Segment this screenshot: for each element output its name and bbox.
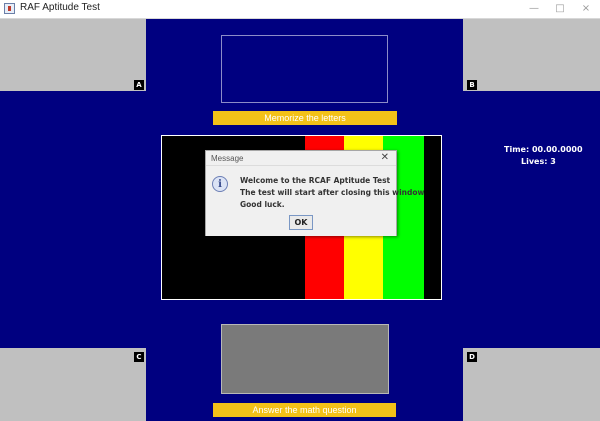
corner-label-d: D: [467, 352, 477, 362]
corner-label-c: C: [134, 352, 144, 362]
dialog-title: Message: [211, 154, 244, 163]
corner-panel-c: C: [0, 348, 146, 421]
dialog-message-line: Welcome to the RCAF Aptitude Test: [240, 176, 391, 185]
corner-panel-b: B: [463, 19, 600, 91]
memorize-letters-button[interactable]: Memorize the letters: [213, 111, 397, 125]
lives-readout: Lives: 3: [521, 157, 556, 166]
minimize-button[interactable]: —: [521, 0, 547, 18]
maximize-button[interactable]: □: [547, 0, 573, 18]
corner-label-a: A: [134, 80, 144, 90]
math-question-box: [221, 324, 389, 394]
corner-panel-a: A: [0, 19, 146, 91]
dialog-message-line: Good luck.: [240, 200, 285, 209]
java-app-icon: [4, 3, 15, 14]
corner-label-b: B: [467, 80, 477, 90]
info-icon: i: [212, 176, 228, 192]
dialog-close-icon[interactable]: ✕: [381, 152, 389, 163]
message-dialog: Message ✕ i Welcome to the RCAF Aptitude…: [205, 150, 424, 236]
close-window-button[interactable]: ×: [573, 0, 599, 18]
corner-panel-d: D: [463, 348, 600, 421]
black-end-bar: [424, 136, 441, 299]
dialog-message-line: The test will start after closing this w…: [240, 188, 425, 197]
title-bar: RAF Aptitude Test — □ ×: [0, 0, 600, 19]
ok-button[interactable]: OK: [289, 215, 313, 230]
dialog-body: i Welcome to the RCAF Aptitude Test The …: [206, 165, 424, 236]
answer-math-button[interactable]: Answer the math question: [213, 403, 396, 417]
window-title: RAF Aptitude Test: [20, 2, 100, 13]
time-readout: Time: 00.00.0000: [504, 145, 583, 154]
letters-display-box: [221, 35, 388, 103]
